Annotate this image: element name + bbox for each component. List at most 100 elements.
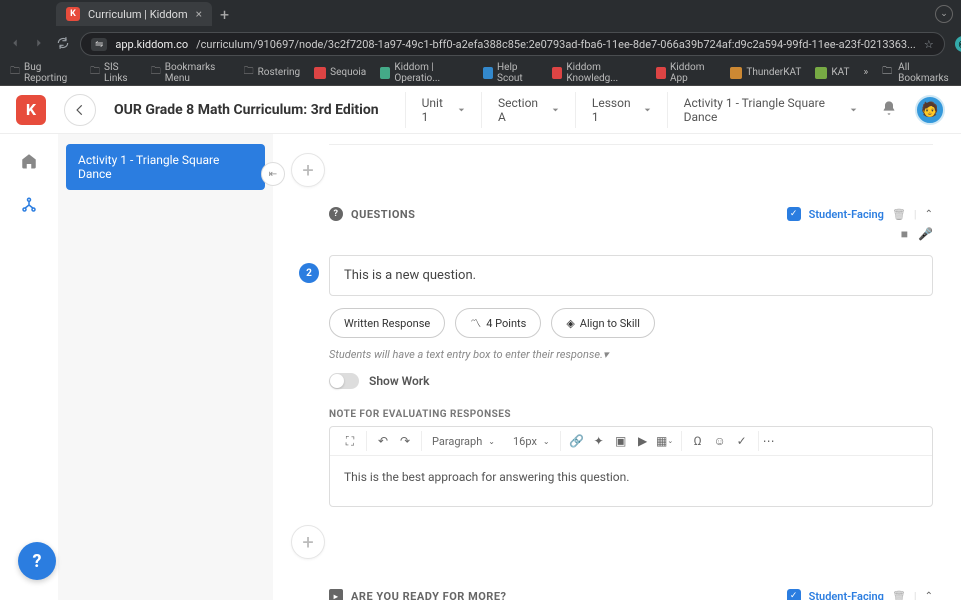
align-skill-pill[interactable]: ◈Align to Skill [551, 308, 655, 338]
reload-button[interactable] [56, 35, 70, 54]
bookmark-star-icon[interactable]: ☆ [924, 38, 934, 51]
question-block: 2 This is a new question. Written Respon… [329, 255, 933, 507]
redo-icon[interactable]: ↷ [397, 433, 413, 449]
crumb-unit[interactable]: Unit 1 [405, 92, 471, 128]
main-content[interactable]: + ? QUESTIONS ✓ Student-Facing 🗑 | ⌃ ■ 🎤… [273, 134, 961, 600]
image-icon[interactable]: ▣ [613, 433, 629, 449]
response-type-pill[interactable]: Written Response [329, 308, 445, 338]
cursor-icon: ▾ [603, 348, 609, 358]
show-work-toggle[interactable] [329, 373, 359, 389]
forward-button[interactable] [32, 35, 46, 54]
emoji-icon[interactable]: ☺ [712, 433, 728, 449]
delete-icon[interactable]: 🗑 [892, 590, 906, 600]
app-header: K OUR Grade 8 Math Curriculum: 3rd Editi… [0, 86, 961, 134]
question-controls: Written Response 〽4 Points ◈Align to Ski… [329, 308, 933, 338]
fullscreen-icon[interactable]: ⛶ [342, 433, 358, 449]
tab-close-icon[interactable]: × [196, 7, 202, 21]
add-block-button[interactable]: + [291, 525, 325, 559]
student-facing-checkbox[interactable]: ✓ [787, 207, 801, 221]
bookmark-item[interactable]: Kiddom | Operatio... [380, 62, 469, 84]
extensions: ◉ ▣ ● ⋮ [955, 36, 961, 52]
url-host: app.kiddom.co [115, 38, 188, 51]
student-facing-checkbox[interactable]: ✓ [787, 589, 801, 600]
ready-header-row: ▸ ARE YOU READY FOR MORE? ✓ Student-Faci… [291, 589, 933, 600]
extension-icon[interactable]: ◉ [955, 36, 961, 52]
student-facing-label: Student-Facing [809, 208, 884, 221]
crumb-section[interactable]: Section A [481, 92, 565, 128]
crumb-activity[interactable]: Activity 1 - Triangle Square Dance [667, 92, 863, 128]
back-button[interactable] [8, 35, 22, 54]
all-bookmarks[interactable]: 🗀All Bookmarks [882, 62, 951, 84]
bookmark-item[interactable]: ThunderKAT [730, 67, 801, 79]
bookmark-item[interactable]: 🗀SIS Links [90, 62, 137, 84]
tag-icon: ◈ [566, 317, 574, 330]
browser-tab[interactable]: K Curriculum | Kiddom × [56, 2, 212, 26]
help-button[interactable]: ? [18, 542, 56, 580]
bookmark-item[interactable]: Sequoia [314, 67, 366, 79]
check-icon[interactable]: ✓ [734, 433, 750, 449]
curriculum-icon[interactable] [20, 196, 38, 218]
video-icon[interactable]: ▶ [635, 433, 651, 449]
points-pill[interactable]: 〽4 Points [455, 308, 541, 338]
delete-icon[interactable]: 🗑 [892, 208, 906, 221]
collapse-icon[interactable]: ⌃ [925, 209, 933, 220]
bookmark-item[interactable]: Kiddom App [656, 62, 717, 84]
kiddom-logo[interactable]: K [16, 95, 46, 125]
bookmark-item[interactable]: 🗀Bookmarks Menu [151, 62, 230, 84]
notifications-icon[interactable] [881, 100, 897, 120]
student-facing-toggle: ✓ Student-Facing 🗑 | ⌃ [787, 207, 933, 221]
media-row: ■ 🎤 [291, 227, 933, 241]
address-bar[interactable]: ⇋ app.kiddom.co /curriculum/910697/node/… [80, 32, 945, 56]
bookmark-item[interactable]: KAT [815, 67, 849, 79]
table-icon[interactable]: ▦⌄ [657, 433, 673, 449]
crumb-lesson[interactable]: Lesson 1 [575, 92, 657, 128]
bookmark-item[interactable]: 🗀Rostering [244, 64, 301, 81]
navigation-bar: ⇋ app.kiddom.co /curriculum/910697/node/… [0, 28, 961, 60]
mic-icon[interactable]: 🎤 [918, 227, 933, 241]
bookmark-item[interactable]: Help Scout [483, 62, 538, 84]
editor-toolbar: ⛶ ↶ ↷ Paragraph⌄ 16px⌄ 🔗 ✦ ▣ ▶ [330, 427, 932, 456]
bookmarks-overflow[interactable]: » [863, 67, 868, 78]
new-tab-button[interactable]: + [220, 5, 229, 24]
divider: | [914, 590, 917, 600]
question-mark-icon: ? [329, 207, 343, 221]
user-avatar[interactable]: 🧑 [915, 95, 945, 125]
ready-icon: ▸ [329, 589, 343, 600]
divider: | [914, 208, 917, 221]
add-block-button[interactable]: + [291, 153, 325, 187]
questions-header: ? QUESTIONS [329, 207, 415, 221]
collapse-icon[interactable]: ⌃ [925, 591, 933, 600]
window-control[interactable]: ⌄ [935, 5, 953, 23]
paragraph-select[interactable]: Paragraph⌄ [424, 432, 503, 451]
questions-label: QUESTIONS [351, 208, 415, 221]
questions-header-row: ? QUESTIONS ✓ Student-Facing 🗑 | ⌃ [291, 207, 933, 221]
editor-body[interactable]: This is the best approach for answering … [330, 456, 932, 506]
student-facing-toggle: ✓ Student-Facing 🗑 | ⌃ [787, 589, 933, 600]
omega-icon[interactable]: Ω [690, 433, 706, 449]
tab-title: Curriculum | Kiddom [88, 8, 188, 21]
bookmark-item[interactable]: Kiddom Knowledg... [552, 62, 642, 84]
fontsize-select[interactable]: 16px⌄ [505, 432, 558, 451]
bookmarks-bar: 🗀Bug Reporting 🗀SIS Links 🗀Bookmarks Men… [0, 60, 961, 86]
magic-icon[interactable]: ✦ [591, 433, 607, 449]
curriculum-title: OUR Grade 8 Math Curriculum: 3rd Edition [114, 102, 379, 118]
points-icon: 〽 [470, 315, 481, 331]
nav-rail [0, 134, 58, 600]
url-path: /curriculum/910697/node/3c2f7208-1a97-49… [196, 38, 916, 51]
more-icon[interactable]: ⋯ [761, 433, 777, 449]
note-label: NOTE FOR EVALUATING RESPONSES [329, 409, 933, 420]
undo-icon[interactable]: ↶ [375, 433, 391, 449]
sidebar-active-item[interactable]: Activity 1 - Triangle Square Dance [66, 144, 265, 190]
site-info-icon[interactable]: ⇋ [91, 38, 107, 51]
question-text-input[interactable]: This is a new question. [329, 255, 933, 296]
link-icon[interactable]: 🔗 [569, 433, 585, 449]
rich-text-editor: ⛶ ↶ ↷ Paragraph⌄ 16px⌄ 🔗 ✦ ▣ ▶ [329, 426, 933, 507]
back-button[interactable] [64, 94, 96, 126]
question-number-badge: 2 [299, 263, 319, 283]
ready-header: ▸ ARE YOU READY FOR MORE? [329, 589, 507, 600]
bookmark-item[interactable]: 🗀Bug Reporting [10, 62, 76, 84]
browser-chrome: K Curriculum | Kiddom × + ⌄ ⇋ app.kiddom… [0, 0, 961, 86]
video-icon[interactable]: ■ [901, 227, 908, 241]
home-icon[interactable] [20, 152, 38, 174]
show-work-label: Show Work [369, 374, 429, 388]
